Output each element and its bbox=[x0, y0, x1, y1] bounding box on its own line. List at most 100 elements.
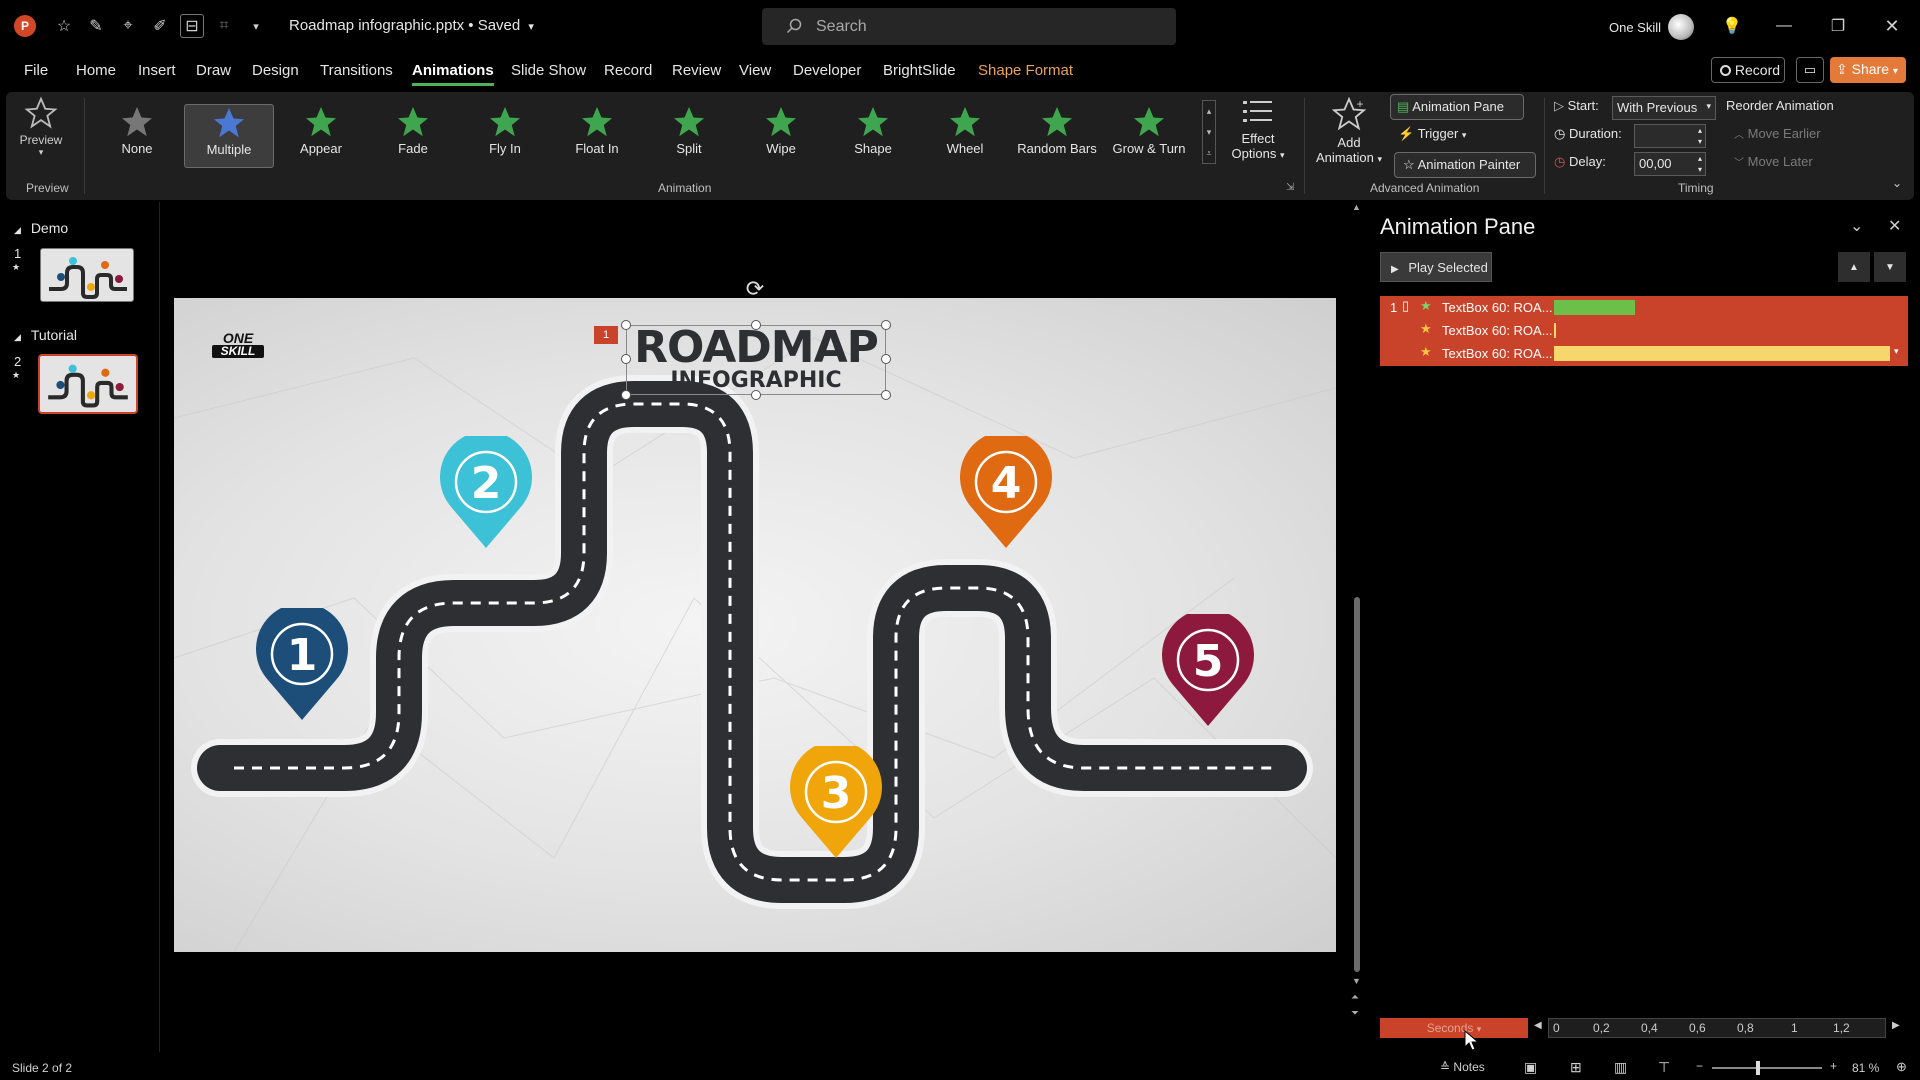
duration-input[interactable]: ▴ ▾ bbox=[1634, 124, 1706, 148]
animation-grow-and-turn[interactable]: Grow & Turn bbox=[1104, 104, 1194, 168]
notes-button[interactable]: ≙ Notes bbox=[1440, 1060, 1485, 1074]
previous-slide-icon[interactable]: ⏶ bbox=[1351, 992, 1359, 1003]
animation-order-tag[interactable]: 1 bbox=[594, 326, 618, 344]
dialog-launcher-icon[interactable]: ⇲ bbox=[1286, 182, 1294, 193]
animation-pane-button[interactable]: ▤ Animation Pane bbox=[1390, 94, 1524, 120]
slide-thumbnail-1[interactable] bbox=[40, 248, 134, 302]
roadmap-marker-1[interactable]: 1 bbox=[254, 608, 350, 724]
timeline-ruler[interactable]: 0 0,2 0,4 0,6 0,8 1 1,2 bbox=[1548, 1018, 1886, 1038]
tab-transitions[interactable]: Transitions bbox=[320, 62, 393, 79]
gallery-scroll[interactable]: ▴ ▾ ⩡ bbox=[1202, 100, 1216, 164]
normal-view-icon[interactable]: ▣ bbox=[1524, 1059, 1537, 1076]
tab-animations[interactable]: Animations bbox=[412, 62, 494, 86]
star-customize-icon[interactable]: ☆ bbox=[52, 14, 76, 38]
animation-timing-bar[interactable] bbox=[1554, 300, 1635, 315]
tab-view[interactable]: View bbox=[739, 62, 771, 79]
pane-options-chevron-icon[interactable]: ⌄ bbox=[1850, 216, 1863, 236]
animation-fade[interactable]: Fade bbox=[368, 104, 458, 168]
sparkle-pen-icon[interactable]: ✐ bbox=[148, 14, 172, 38]
fit-to-window-icon[interactable]: ⊕ bbox=[1896, 1059, 1907, 1075]
gallery-down-icon[interactable]: ▾ bbox=[1203, 122, 1215, 143]
animation-wipe[interactable]: Wipe bbox=[736, 104, 826, 168]
animation-painter-button[interactable]: ☆ Animation Painter bbox=[1394, 152, 1536, 178]
animation-list-item[interactable]: ★ TextBox 60: ROA... bbox=[1380, 319, 1908, 342]
roadmap-marker-5[interactable]: 5 bbox=[1160, 614, 1256, 730]
document-title[interactable]: Roadmap infographic.pptx • Saved ▾ bbox=[289, 17, 534, 34]
scroll-thumb[interactable] bbox=[1354, 597, 1360, 972]
crop-icon[interactable]: ⌗ bbox=[212, 14, 236, 38]
comments-icon[interactable]: ▭ bbox=[1796, 57, 1824, 83]
pen-icon[interactable]: ✎ bbox=[84, 14, 108, 38]
reading-view-icon[interactable]: ▥ bbox=[1614, 1059, 1627, 1076]
seconds-dropdown[interactable]: Seconds ▾ bbox=[1380, 1018, 1528, 1038]
tab-file[interactable]: File bbox=[24, 62, 48, 79]
align-icon[interactable]: ⊟ bbox=[180, 14, 204, 38]
animation-float-in[interactable]: Float In bbox=[552, 104, 642, 168]
preview-button[interactable]: Preview ▾ bbox=[18, 96, 64, 170]
timeline-scroll-left-icon[interactable]: ◀ bbox=[1534, 1020, 1542, 1031]
animation-random-bars[interactable]: Random Bars bbox=[1012, 104, 1102, 168]
search-input[interactable]: Search bbox=[762, 8, 1176, 45]
tab-draw[interactable]: Draw bbox=[196, 62, 231, 79]
tab-record[interactable]: Record bbox=[604, 62, 652, 79]
tab-shape-format[interactable]: Shape Format bbox=[978, 62, 1073, 79]
animation-list-item[interactable]: ★ TextBox 60: ROA... ▾ bbox=[1380, 342, 1908, 365]
start-select[interactable]: With Previous ▾ bbox=[1612, 96, 1716, 120]
play-selected-button[interactable]: ▶ Play Selected bbox=[1380, 252, 1492, 282]
animation-split[interactable]: Split bbox=[644, 104, 734, 168]
roadmap-marker-4[interactable]: 4 bbox=[958, 436, 1054, 552]
slide-thumbnail-2[interactable] bbox=[38, 354, 138, 414]
tab-insert[interactable]: Insert bbox=[138, 62, 176, 79]
animation-appear[interactable]: Appear bbox=[276, 104, 366, 168]
zoom-out-icon[interactable]: − bbox=[1696, 1059, 1703, 1073]
effect-options-button[interactable]: Effect Options ▾ bbox=[1228, 98, 1288, 174]
vertical-scrollbar[interactable]: ▲ ▼ ⏶ ⏷ bbox=[1350, 202, 1364, 1030]
animation-shape[interactable]: Shape bbox=[828, 104, 918, 168]
zoom-in-icon[interactable]: + bbox=[1830, 1059, 1837, 1073]
trigger-button[interactable]: ⚡ Trigger ▾ bbox=[1398, 126, 1466, 142]
collapse-ribbon-icon[interactable]: ⌄ bbox=[1892, 176, 1902, 190]
animation-timing-bar[interactable] bbox=[1554, 323, 1556, 338]
timeline-scroll-right-icon[interactable]: ▶ bbox=[1892, 1020, 1900, 1031]
gallery-up-icon[interactable]: ▴ bbox=[1203, 101, 1215, 122]
animation-timing-bar[interactable] bbox=[1554, 346, 1890, 361]
avatar[interactable] bbox=[1668, 14, 1694, 40]
close-pane-icon[interactable]: ✕ bbox=[1888, 216, 1901, 236]
animation-wheel[interactable]: Wheel bbox=[920, 104, 1010, 168]
delay-input[interactable]: 00,00 ▴ ▾ bbox=[1634, 152, 1706, 176]
scroll-down-icon[interactable]: ▼ bbox=[1352, 976, 1361, 986]
spinner-icon[interactable]: ▴ ▾ bbox=[1698, 125, 1702, 147]
add-animation-button[interactable]: + Add Animation ▾ bbox=[1310, 96, 1388, 176]
selection-handle[interactable] bbox=[751, 390, 761, 400]
roadmap-marker-3[interactable]: 3 bbox=[788, 746, 884, 862]
zoom-slider[interactable] bbox=[1712, 1061, 1822, 1075]
animation-multiple[interactable]: Multiple bbox=[184, 104, 274, 168]
zoom-level[interactable]: 81 % bbox=[1852, 1061, 1879, 1075]
section-tutorial[interactable]: ◢ Tutorial bbox=[14, 327, 77, 343]
selection-handle[interactable] bbox=[751, 320, 761, 330]
close-window-icon[interactable]: ✕ bbox=[1880, 14, 1904, 38]
animation-list-item[interactable]: 1 ▯ ★ TextBox 60: ROA... bbox=[1380, 296, 1908, 319]
title-textbox[interactable]: ROADMAP INFOGRAPHIC bbox=[626, 325, 886, 395]
zoom-slider-thumb[interactable] bbox=[1756, 1061, 1760, 1075]
restore-icon[interactable]: ❐ bbox=[1826, 14, 1850, 38]
lightbulb-icon[interactable]: 💡 bbox=[1720, 14, 1744, 38]
selection-handle[interactable] bbox=[881, 354, 891, 364]
crosshair-icon[interactable]: ⌖ bbox=[116, 14, 140, 38]
record-button[interactable]: Record bbox=[1711, 57, 1785, 83]
tab-home[interactable]: Home bbox=[76, 62, 116, 79]
selection-handle[interactable] bbox=[621, 354, 631, 364]
rotate-handle-icon[interactable]: ⟳ bbox=[742, 276, 768, 302]
selection-handle[interactable] bbox=[621, 320, 631, 330]
next-slide-icon[interactable]: ⏷ bbox=[1351, 1008, 1359, 1019]
move-later-button[interactable]: ﹀ Move Later bbox=[1734, 154, 1813, 169]
tab-developer[interactable]: Developer bbox=[793, 62, 861, 79]
tab-brightslide[interactable]: BrightSlide bbox=[883, 62, 956, 79]
gallery-more-icon[interactable]: ⩡ bbox=[1203, 143, 1215, 164]
share-button[interactable]: ⇪ Share ▾ bbox=[1830, 57, 1906, 83]
item-dropdown-chevron-icon[interactable]: ▾ bbox=[1894, 346, 1899, 357]
selection-handle[interactable] bbox=[881, 390, 891, 400]
selection-handle[interactable] bbox=[621, 390, 631, 400]
slideshow-icon[interactable]: ⊤ bbox=[1658, 1059, 1670, 1076]
section-demo[interactable]: ◢ Demo bbox=[14, 220, 68, 236]
